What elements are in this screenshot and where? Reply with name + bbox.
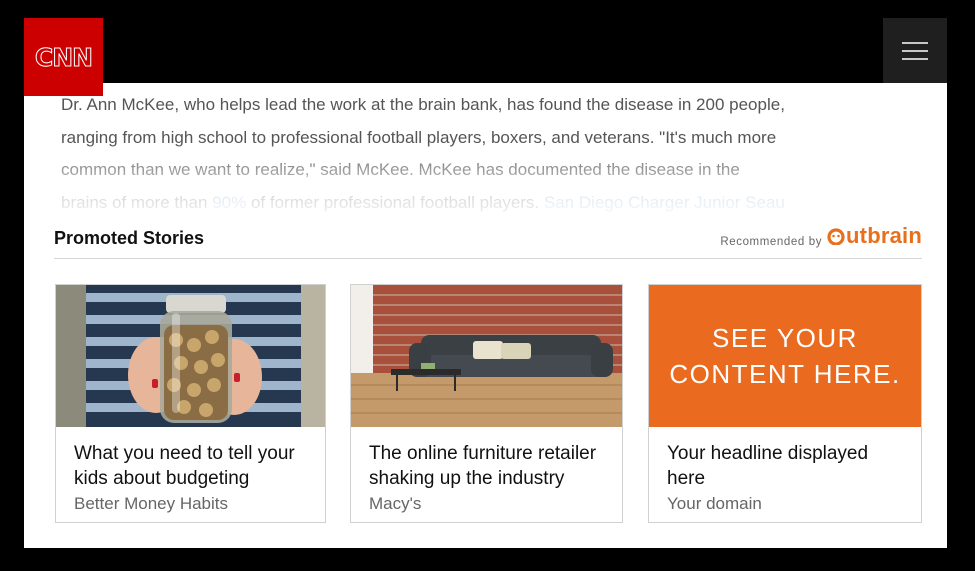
- article-text: Dr. Ann McKee, who helps lead the work a…: [61, 89, 921, 219]
- card-source: Macy's: [369, 494, 422, 513]
- article-text-span: brains of more than: [61, 192, 213, 212]
- article-line: Dr. Ann McKee, who helps lead the work a…: [61, 95, 785, 114]
- card-headline[interactable]: Your headline displayed here: [667, 441, 907, 491]
- card-source: Better Money Habits: [74, 494, 229, 513]
- article-line: common than we want to realize," said Mc…: [61, 160, 740, 179]
- card-headline[interactable]: The online furniture retailer shaking up…: [369, 441, 609, 491]
- sofa-image: [351, 285, 622, 427]
- outbrain-attribution[interactable]: Recommended by utbrain: [720, 223, 922, 249]
- see-your-content-banner: SEE YOUR CONTENT HERE.: [649, 285, 921, 427]
- hamburger-menu-icon: [902, 41, 928, 44]
- cnn-logo-text: CNN: [34, 42, 93, 72]
- promoted-card-furniture[interactable]: The online furniture retailer shaking up…: [350, 284, 623, 523]
- article-line: brains of more than 90% of former profes…: [61, 187, 921, 220]
- cnn-logo[interactable]: CNN: [24, 18, 103, 96]
- article-link-90-percent[interactable]: 90%: [212, 193, 246, 212]
- outbrain-logo: utbrain: [826, 223, 922, 249]
- promoted-stories-title: Promoted Stories: [54, 228, 205, 248]
- coin-jar-image: [56, 285, 325, 427]
- article-link-junior-seau[interactable]: San Diego Charger Junior Seau: [544, 193, 785, 212]
- banner-text-line: CONTENT HERE.: [669, 359, 901, 389]
- hamburger-menu-icon-bar: [902, 49, 928, 52]
- promoted-card-budgeting[interactable]: What you need to tell your kids about bu…: [55, 284, 326, 523]
- coin-jar-photo: [56, 285, 325, 427]
- outbrain-o-icon: [827, 228, 845, 245]
- promoted-card-your-content[interactable]: SEE YOUR CONTENT HERE. Your headline dis…: [648, 284, 922, 523]
- article-text-span: of former professional football players.: [246, 192, 544, 212]
- outbrain-wordmark: utbrain: [846, 223, 922, 248]
- recommended-by-label: Recommended by: [720, 236, 823, 248]
- card-source: Your domain: [667, 494, 762, 513]
- hamburger-menu-icon-bar: [902, 57, 928, 60]
- article-line: ranging from high school to professional…: [61, 127, 777, 147]
- card-headline[interactable]: What you need to tell your kids about bu…: [74, 441, 314, 491]
- sofa-brick-wall-photo: [351, 285, 622, 427]
- promoted-stories-header: Promoted Stories Recommended by utbrain: [54, 223, 922, 259]
- top-bar: [24, 18, 947, 83]
- banner-text-line: SEE YOUR: [712, 323, 858, 353]
- hamburger-menu-button[interactable]: [883, 18, 947, 83]
- page-content: Dr. Ann McKee, who helps lead the work a…: [24, 83, 947, 548]
